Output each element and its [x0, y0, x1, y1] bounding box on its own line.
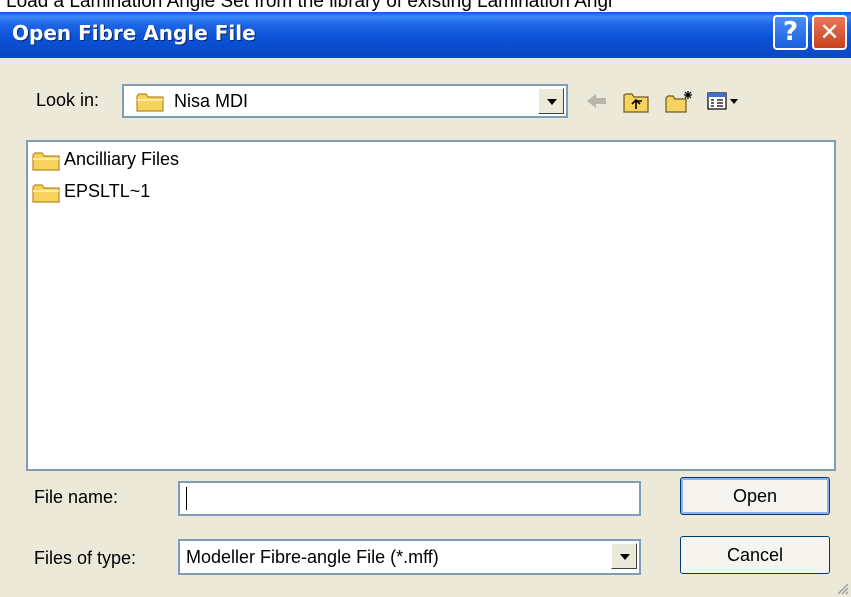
new-folder-button[interactable] [662, 88, 694, 116]
back-arrow-icon [587, 94, 606, 108]
files-of-type-value: Modeller Fibre-angle File (*.mff) [186, 547, 439, 567]
chevron-down-icon [547, 99, 557, 105]
dialog-title: Open Fibre Angle File [12, 21, 256, 45]
look-in-dropdown[interactable]: Nisa MDI [122, 84, 568, 118]
up-one-level-icon [623, 93, 649, 113]
help-icon: ? [782, 17, 799, 47]
file-name-input[interactable] [186, 487, 630, 513]
up-one-level-button[interactable] [620, 88, 652, 116]
file-list[interactable]: Ancilliary Files EPSLTL~1 [26, 140, 836, 471]
top-caption: Load a Lamination Angle Set from the lib… [6, 0, 613, 12]
folder-icon [136, 91, 166, 118]
back-button[interactable] [582, 88, 614, 116]
look-in-dropdown-arrow[interactable] [538, 88, 564, 114]
files-of-type-label: Files of type: [34, 548, 137, 568]
look-in-value: Nisa MDI [174, 91, 249, 111]
cancel-button[interactable]: Cancel [680, 536, 830, 574]
view-menu-button[interactable] [704, 88, 744, 116]
text-caret [186, 487, 187, 510]
new-folder-icon [665, 91, 692, 113]
files-of-type-dropdown-arrow[interactable] [611, 543, 637, 569]
top-caption-strip: Load a Lamination Angle Set from the lib… [0, 0, 851, 12]
view-menu-icon [707, 92, 738, 110]
open-button[interactable]: Open [680, 477, 830, 515]
help-button[interactable]: ? [773, 15, 808, 50]
title-bar[interactable]: Open Fibre Angle File ? ✕ [0, 12, 851, 58]
resize-grip-icon[interactable] [835, 581, 849, 595]
files-of-type-dropdown[interactable]: Modeller Fibre-angle File (*.mff) [178, 539, 641, 575]
file-name-field[interactable] [178, 481, 641, 516]
open-file-dialog: Open Fibre Angle File ? ✕ Look in: Nisa … [0, 12, 851, 597]
list-item-label: EPSLTL~1 [64, 181, 151, 201]
file-name-label: File name: [34, 487, 119, 507]
look-in-label: Look in: [36, 90, 100, 110]
list-item-label: Ancilliary Files [64, 149, 180, 169]
close-icon: ✕ [819, 18, 840, 46]
close-button[interactable]: ✕ [812, 15, 847, 50]
chevron-down-icon [620, 554, 630, 560]
folder-icon [32, 150, 62, 177]
folder-icon [32, 182, 62, 209]
